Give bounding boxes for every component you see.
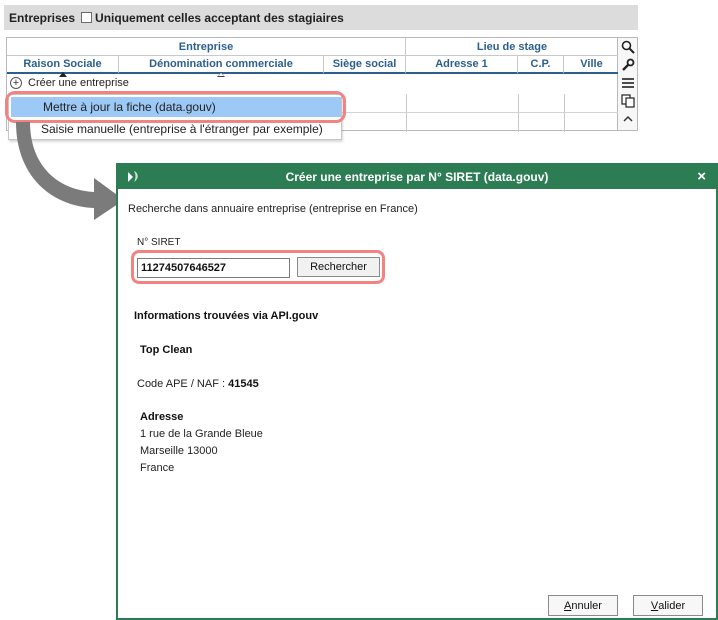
group-header-entreprise: Entreprise	[7, 38, 406, 56]
companies-toolbar: Entreprises Uniquement celles acceptant …	[4, 5, 638, 30]
interns-only-checkbox[interactable]	[81, 12, 93, 23]
column-header-cp[interactable]: C.P.	[518, 56, 564, 74]
cancel-button[interactable]: Annuler	[548, 595, 618, 616]
search-button[interactable]: Rechercher	[297, 257, 380, 277]
create-company-row[interactable]: + Créer une entreprise	[10, 77, 129, 89]
add-circle-icon: +	[10, 77, 22, 89]
grid-side-toolbar	[618, 37, 638, 131]
company-name: Top Clean	[140, 344, 193, 356]
ape-value: 41545	[228, 378, 259, 390]
ape-code: Code APE / NAF : 41545	[137, 378, 259, 390]
address-title: Adresse	[140, 411, 184, 423]
interns-only-label[interactable]: Uniquement celles acceptant des stagiair…	[95, 11, 344, 25]
column-header-siege-social[interactable]: Siège social	[324, 56, 406, 74]
dialog-subtitle: Recherche dans annuaire entreprise (entr…	[128, 203, 418, 215]
table-row[interactable]	[341, 113, 619, 132]
ape-label: Code APE / NAF :	[137, 378, 226, 390]
column-header-denomination[interactable]: Dénomination commerciale	[119, 56, 324, 77]
validate-button[interactable]: Valider	[633, 595, 703, 616]
siret-input[interactable]	[137, 258, 290, 278]
search-icon[interactable]	[620, 39, 636, 55]
companies-title: Entreprises	[9, 10, 76, 25]
address-line: France	[140, 462, 175, 474]
dialog-title: Créer une entreprise par N° SIRET (data.…	[285, 170, 549, 184]
create-company-label: Créer une entreprise	[28, 77, 129, 89]
curved-arrow-icon	[16, 122, 124, 220]
highlight-frame-menu	[5, 91, 346, 123]
address-line: Marseille 13000	[140, 445, 218, 457]
column-header-raison-sociale[interactable]: Raison Sociale	[7, 56, 119, 77]
table-row[interactable]	[341, 94, 619, 113]
group-header-lieu-de-stage: Lieu de stage	[406, 38, 618, 56]
sort-indicator-icon	[217, 72, 225, 77]
address-line: 1 rue de la Grande Bleue	[140, 428, 263, 440]
copy-icon[interactable]	[620, 93, 636, 109]
column-header-ville[interactable]: Ville	[564, 56, 619, 74]
siret-label: N° SIRET	[137, 237, 181, 248]
info-section-title: Informations trouvées via API.gouv	[134, 310, 319, 322]
list-icon[interactable]	[620, 75, 636, 91]
app-logo-icon	[126, 170, 140, 187]
dialog-title-bar: Créer une entreprise par N° SIRET (data.…	[118, 165, 716, 189]
chevron-up-icon[interactable]	[620, 111, 636, 127]
wrench-icon[interactable]	[620, 57, 636, 73]
close-icon[interactable]: ×	[697, 168, 706, 185]
column-header-adresse[interactable]: Adresse 1	[406, 56, 518, 74]
create-company-dialog: Créer une entreprise par N° SIRET (data.…	[116, 163, 718, 620]
